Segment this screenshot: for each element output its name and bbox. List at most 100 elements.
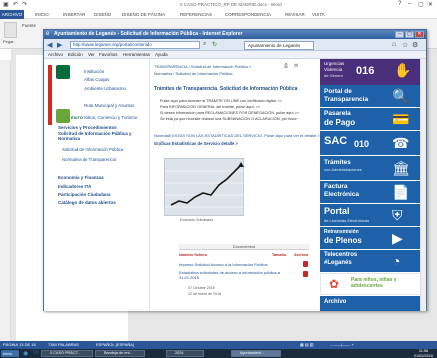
settings-icon[interactable]: ⚙ (412, 41, 418, 49)
tab-inicio[interactable]: INICIO (35, 10, 49, 19)
nav-item-economia[interactable]: Economía y Finanzas (58, 175, 104, 180)
nav-tile-green[interactable] (56, 65, 70, 79)
stats-link[interactable]: Gráficas Estadísticas de Servicio detall… (154, 141, 238, 146)
search-icon[interactable]: ⌕ (203, 41, 206, 48)
tab-referencias[interactable]: REFERENCIAS (180, 10, 212, 19)
chrome-icon[interactable]: ◉ (23, 350, 28, 357)
banner-portal-licencias[interactable]: Portal de Licencias Electrónicas ⛨ (320, 204, 426, 226)
paste-icon[interactable] (4, 22, 17, 38)
nav-sub-solicitud[interactable]: Solicitud de Información Pública (62, 147, 123, 152)
save-icon[interactable]: ▣ (3, 1, 9, 8)
ie-scrollbar[interactable] (420, 59, 426, 311)
banner-factura[interactable]: Factura Electrónica 📄 (320, 181, 426, 203)
banner-telecentros[interactable]: Telecentros #Leganés ◔ (320, 250, 426, 272)
banner-tramites[interactable]: Trámites con Administraciones 🏛 (320, 156, 426, 180)
share-icon[interactable]: ✉ (294, 63, 298, 69)
page-title: Trámites de Transparencia. Solicitud de … (154, 86, 298, 92)
tab-correspondencia[interactable]: CORRESPONDENCIA (225, 10, 271, 19)
status-words[interactable]: 7384 PALABRAS (48, 342, 79, 347)
refresh-icon[interactable]: ↻ (212, 41, 217, 48)
nav-sub-normativa[interactable]: Normativa de Transparencia (62, 157, 116, 162)
tab-diseno-pagina[interactable]: DISEÑO DE PÁGINA (122, 10, 165, 19)
nav-item-sitios[interactable]: Sitios, Comercio y Turismo (84, 115, 138, 120)
nav-item-catalogo[interactable]: Catálogo de datos abiertos (58, 200, 116, 205)
address-input[interactable]: http://www.leganes.org/portal/contenido (70, 41, 200, 49)
task-outlook[interactable]: Bandeja de ent... (95, 350, 145, 357)
maximize-icon[interactable]: ▢ (418, 1, 424, 8)
undo-icon[interactable]: ↶ (13, 1, 18, 8)
banner-transparencia[interactable]: Portal de Transparencia 🔍 (320, 85, 426, 107)
nav-item-solicitud[interactable]: Solicitud de Información Pública y Norma… (58, 131, 138, 141)
status-language[interactable]: ESPAÑOL (ESPAÑA) (96, 342, 134, 347)
menu-herramientas[interactable]: Herramientas (123, 52, 150, 57)
banner-pago[interactable]: Pasarela de Pago 💳 (320, 108, 426, 130)
view-icons[interactable]: ▦ ▤ ▥ (300, 342, 314, 347)
nav-accent-bar (48, 65, 52, 125)
banner-violencia[interactable]: Urgencias Violencia de Género 016 ✋ (320, 59, 426, 85)
tab-vista[interactable]: VISTA (312, 10, 325, 19)
menu-ayuda[interactable]: Ayuda (155, 52, 168, 57)
menu-favoritos[interactable]: Favoritos (99, 52, 118, 57)
doc-row-estadistica[interactable]: Estadística solicitudes de acceso a info… (179, 270, 294, 280)
banner-transparencia-label2: Transparencia (324, 96, 369, 103)
tab-archivo[interactable]: ARCHIVO (0, 10, 24, 19)
bullet-tramite[interactable]: Pulse aquí para acceder al TRÁMITE ON LI… (160, 99, 282, 103)
nav-item-servicios[interactable]: Servicios y Procedimientos (58, 125, 117, 130)
banner-ninos[interactable]: ✿ Para niños, niñas y adolescentes (320, 273, 426, 295)
back-icon[interactable]: ◀ (47, 41, 52, 49)
forward-icon[interactable]: ▶ (57, 41, 62, 49)
task-folder[interactable]: 2024 (166, 350, 204, 357)
ie-minimize-icon[interactable]: – (395, 31, 404, 38)
nav-item-ambiente[interactable]: Ambiente Urbanismo (84, 86, 126, 91)
banner-sac[interactable]: SAC 010 ☎ (320, 131, 426, 155)
menu-edicion[interactable]: Edición (68, 52, 83, 57)
close-icon[interactable]: ✕ (428, 1, 433, 8)
clock[interactable]: 11:56 01/02/2016 (414, 349, 433, 358)
nav-tile-light[interactable] (56, 109, 70, 123)
start-button[interactable]: Inicio (1, 350, 19, 357)
minimize-icon[interactable]: – (408, 1, 411, 7)
tab-diseno[interactable]: DISEÑO (94, 10, 111, 19)
help-icon[interactable]: ? (398, 1, 401, 7)
pdf-icon[interactable] (303, 261, 308, 267)
main-content: TRANSPARENCIA / Solicitud de Información… (154, 59, 322, 311)
ie-maximize-icon[interactable]: ▢ (405, 31, 414, 38)
bullet-info-general[interactable]: Para INFORMACIÓN GENERAL del trámite, pu… (160, 105, 260, 109)
favorites-icon[interactable]: ☆ (402, 41, 408, 49)
menu-ver[interactable]: Ver (88, 52, 95, 57)
nav-item-institucion[interactable]: Institución (84, 69, 104, 74)
word-window-title: 0 CASO PRACTICO_RP DE MADRID.docx - Word (180, 2, 282, 7)
nav-item-ita[interactable]: Indicadores ITA (58, 184, 91, 189)
nav-item-ruta[interactable]: Ruta Municipal y Asuntos (84, 103, 135, 108)
ie-close-icon[interactable]: ✕ (415, 31, 424, 38)
ie-window: e Ayuntamiento de Leganés - Solicitud de… (43, 29, 427, 311)
tab-revisar[interactable]: REVISAR (285, 10, 305, 19)
novedad-notice[interactable]: Novedad! ESTAS SON LAS ESTADÍSTICAS DEL … (154, 133, 322, 138)
print-icon[interactable]: ⎙ (284, 63, 288, 69)
bullet-reclamaciones[interactable]: Si desea información para RECLAMACIONES … (160, 111, 299, 115)
home-icon[interactable]: ⌂ (392, 41, 396, 48)
banner-telecentros-label: Telecentros (324, 252, 358, 258)
redo-icon[interactable]: ↷ (22, 1, 27, 8)
ie-tab[interactable]: Ayuntamiento de Leganés (244, 41, 314, 50)
doc-row-impreso[interactable]: Impreso Solicitud Acceso a la Informació… (179, 262, 268, 267)
pdf-icon[interactable] (303, 271, 308, 277)
doc-col-size: Tamaño (272, 253, 287, 257)
banner-archivo[interactable]: Archivo (320, 296, 426, 311)
task-word[interactable]: 0 CASO PRÁCT... (41, 350, 93, 357)
banner-transparencia-label: Portal de (324, 88, 352, 95)
tab-insertar[interactable]: INSERTAR (63, 10, 85, 19)
breadcrumb[interactable]: TRANSPARENCIA / Solicitud de Información… (154, 64, 251, 69)
ie-menubar: Archivo Edición Ver Favoritos Herramient… (44, 51, 426, 59)
zoom-slider[interactable]: – ——|—— + (330, 342, 354, 347)
status-page[interactable]: PÁGINA 13 DE 16 (3, 342, 36, 347)
bullet-subsanacion[interactable]: Se está ya que necesite realizar una SUB… (160, 117, 298, 121)
word-icon[interactable]: W (33, 350, 39, 356)
nav-item-alfas[interactable]: Alfas Cuajas (84, 77, 109, 82)
task-ie[interactable]: Ayuntamient... (231, 350, 281, 357)
stats-chart-image[interactable] (164, 158, 245, 216)
menu-archivo[interactable]: Archivo (48, 52, 63, 57)
nav-item-participacion[interactable]: Participación Ciudadana (58, 192, 111, 197)
breadcrumb-sub[interactable]: Normativa / Solicitud de Información Púb… (154, 71, 232, 76)
banner-plenos[interactable]: Retransmisión de Plenos ▶ (320, 227, 426, 249)
